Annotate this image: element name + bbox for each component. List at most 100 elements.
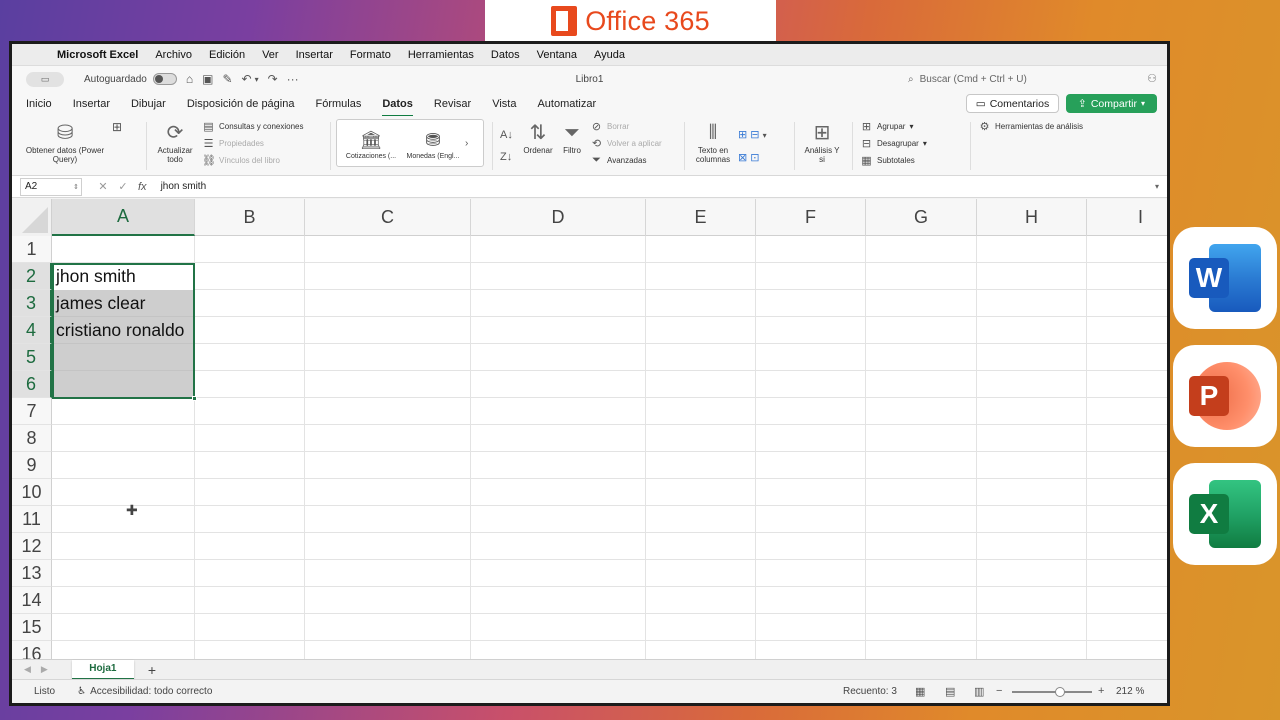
menu-ver[interactable]: Ver [262,49,279,61]
row-header-12[interactable]: 12 [12,533,52,560]
tab-dibujar[interactable]: Dibujar [131,98,166,110]
group-button[interactable]: ⊞ Agrupar ▾ [860,118,927,135]
column-header-c[interactable]: C [305,199,471,236]
cell-a4[interactable]: cristiano ronaldo [52,317,184,344]
row-header-5[interactable]: 5 [12,344,52,371]
data-source-icon[interactable]: ⊞ [112,120,122,134]
tab-automatizar[interactable]: Automatizar [537,98,596,110]
save-icon[interactable]: ▣ [202,72,213,86]
column-header-b[interactable]: B [195,199,305,236]
tab-formulas[interactable]: Fórmulas [315,98,361,110]
add-sheet-icon[interactable]: + [148,662,156,678]
row-header-4[interactable]: 4 [12,317,52,344]
account-icon[interactable]: ⚇ [1147,72,1157,85]
comments-button[interactable]: ▭ Comentarios [966,94,1059,113]
stocks-button[interactable]: 🏛 Cotizaciones (... [341,127,401,160]
cancel-entry-icon[interactable]: ✕ [94,180,112,193]
formula-input[interactable]: jhon smith [161,181,207,192]
relationships-icon[interactable]: ⊡ [750,152,759,164]
more-icon[interactable]: ··· [287,72,299,86]
gallery-more-icon[interactable]: › [465,138,468,149]
sort-button[interactable]: ⇅ Ordenar [520,120,556,155]
column-header-e[interactable]: E [646,199,756,236]
zoom-slider[interactable] [1012,687,1092,697]
column-header-f[interactable]: F [756,199,866,236]
undo-dropdown-icon[interactable]: ▾ [255,75,259,84]
column-header-h[interactable]: H [977,199,1087,236]
name-box-stepper-icon[interactable]: ⇕ [73,183,79,191]
menu-herramientas[interactable]: Herramientas [408,49,474,61]
next-sheet-icon[interactable]: ▶ [41,664,48,675]
search-box[interactable]: ⌕ Buscar (Cmd + Ctrl + U) [908,70,1158,88]
expand-formula-icon[interactable]: ▾ [1155,182,1159,191]
consolidate-icon[interactable]: ⊠ [738,152,747,164]
page-break-icon[interactable]: ▥ [974,685,984,698]
tab-disposicion[interactable]: Disposición de página [187,98,295,110]
subtotal-button[interactable]: ▦ Subtotales [860,152,927,169]
row-header-16[interactable]: 16 [12,641,52,659]
workbook-links-button[interactable]: ⛓ Vínculos del libro [202,152,304,169]
menu-ayuda[interactable]: Ayuda [594,49,625,61]
normal-view-icon[interactable]: ▦ [915,685,925,698]
row-header-7[interactable]: 7 [12,398,52,425]
column-header-a[interactable]: A [52,199,195,236]
edit-icon[interactable]: ✎ [222,72,232,86]
column-header-g[interactable]: G [866,199,977,236]
fill-handle[interactable] [192,396,197,401]
cell-a3[interactable]: james clear [52,290,145,317]
home-icon[interactable]: ⌂ [186,72,193,86]
row-header-11[interactable]: 11 [12,506,52,533]
flash-fill-icon[interactable]: ⊞ [738,129,747,141]
cell-a2[interactable]: jhon smith [52,263,136,290]
menu-datos[interactable]: Datos [491,49,520,61]
zoom-out-icon[interactable]: − [996,685,1002,697]
menu-insertar[interactable]: Insertar [296,49,333,61]
menu-archivo[interactable]: Archivo [155,49,192,61]
text-to-columns-button[interactable]: ⫴ Texto en columnas [690,120,736,164]
properties-button[interactable]: ☰ Propiedades [202,135,304,152]
row-header-13[interactable]: 13 [12,560,52,587]
menu-formato[interactable]: Formato [350,49,391,61]
row-header-6[interactable]: 6 [12,371,52,398]
clear-button[interactable]: ⊘ Borrar [590,118,662,135]
redo-icon[interactable]: ↷ [268,72,278,86]
zoom-level[interactable]: 212 % [1116,686,1144,697]
column-header-i[interactable]: I [1087,199,1167,236]
filter-button[interactable]: ⏷ Filtro [558,120,586,155]
tab-revisar[interactable]: Revisar [434,98,471,110]
worksheet-grid[interactable]: ABCDEFGHI 1 2 3 4 5 6 7 8 9 10 11 12 13 14 15 16 jhon s… [12,199,1167,659]
menu-app-name[interactable]: Microsoft Excel [57,49,138,61]
row-header-9[interactable]: 9 [12,452,52,479]
tab-vista[interactable]: Vista [492,98,516,110]
refresh-all-button[interactable]: ⟳ Actualizar todo [150,120,200,164]
ungroup-button[interactable]: ⊟ Desagrupar ▾ [860,135,927,152]
prev-sheet-icon[interactable]: ◀ [24,664,31,675]
share-button[interactable]: ⇪ Compartir ▾ [1066,94,1157,113]
zoom-thumb[interactable] [1055,687,1065,697]
autosave-toggle[interactable] [152,73,177,85]
zoom-in-icon[interactable]: + [1098,685,1104,697]
tab-datos[interactable]: Datos [382,98,413,117]
tab-inicio[interactable]: Inicio [26,98,52,110]
analysis-tools-button[interactable]: ⚙ Herramientas de análisis [978,118,1083,135]
row-header-1[interactable]: 1 [12,236,52,263]
accessibility-status[interactable]: ♿ Accesibilidad: todo correcto [77,686,212,697]
row-header-2[interactable]: 2 [12,263,52,290]
row-header-14[interactable]: 14 [12,587,52,614]
menu-ventana[interactable]: Ventana [537,49,577,61]
advanced-button[interactable]: ⏷ Avanzadas [590,152,662,169]
select-all-button[interactable] [12,199,52,236]
validation-dropdown-icon[interactable]: ▾ [763,131,767,140]
get-data-button[interactable]: ⛁ Obtener datos (Power Query) [20,120,110,164]
insert-function-icon[interactable]: fx [138,181,147,193]
what-if-button[interactable]: ⊞ Análisis Y si [802,120,842,164]
row-header-15[interactable]: 15 [12,614,52,641]
sheet-tab-hoja1[interactable]: Hoja1 [71,659,134,680]
sidebar-toggle-icon[interactable]: ▭ [26,71,64,87]
currencies-button[interactable]: ⛃ Monedas (Engl... [403,127,463,160]
menu-edicion[interactable]: Edición [209,49,245,61]
row-header-8[interactable]: 8 [12,425,52,452]
remove-duplicates-icon[interactable]: ⊟ [750,129,759,141]
queries-button[interactable]: ▤ Consultas y conexiones [202,118,303,135]
tab-insertar[interactable]: Insertar [73,98,110,110]
